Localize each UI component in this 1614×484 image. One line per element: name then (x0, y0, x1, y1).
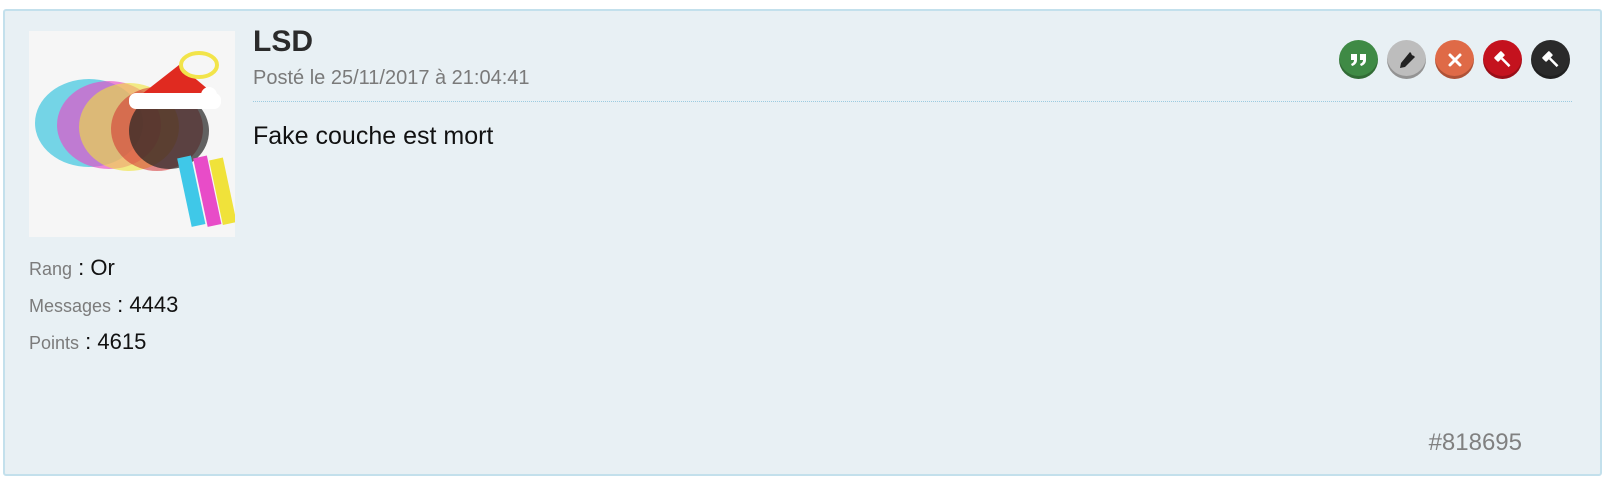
messages-label: Messages (29, 296, 112, 316)
points-label: Points (29, 333, 80, 353)
points-value: 4615 (97, 329, 147, 354)
gavel-icon (1541, 50, 1558, 67)
rank-separator: : (72, 255, 91, 280)
gavel-icon (1493, 50, 1510, 67)
moderate-button[interactable] (1483, 40, 1522, 79)
messages-separator: : (111, 292, 130, 317)
stat-messages: Messages : 4443 (29, 286, 178, 323)
stat-rank: Rang : Or (29, 249, 178, 286)
post-content: Fake couche est mort (253, 122, 494, 150)
forum-post: Rang : Or Messages : 4443 Points : 4615 … (3, 9, 1602, 476)
close-icon (1448, 53, 1461, 66)
post-author[interactable]: LSD (253, 25, 313, 59)
rank-label: Rang (29, 259, 73, 279)
moderate-alt-button[interactable] (1531, 40, 1570, 79)
post-date: Posté le 25/11/2017 à 21:04:41 (253, 67, 530, 89)
quote-icon (1350, 53, 1366, 66)
quote-button[interactable] (1339, 40, 1378, 79)
messages-value: 4443 (129, 292, 179, 317)
avatar-image (29, 31, 235, 237)
header-divider (253, 101, 1572, 102)
stat-points: Points : 4615 (29, 323, 178, 360)
edit-button[interactable] (1387, 40, 1426, 79)
author-stats: Rang : Or Messages : 4443 Points : 4615 (29, 249, 178, 360)
post-actions (1339, 40, 1570, 79)
avatar[interactable] (29, 31, 235, 237)
rank-value: Or (90, 255, 115, 280)
points-separator: : (79, 329, 98, 354)
delete-button[interactable] (1435, 40, 1474, 79)
post-id-link[interactable]: #818695 (1429, 429, 1522, 457)
pencil-icon (1399, 51, 1415, 68)
